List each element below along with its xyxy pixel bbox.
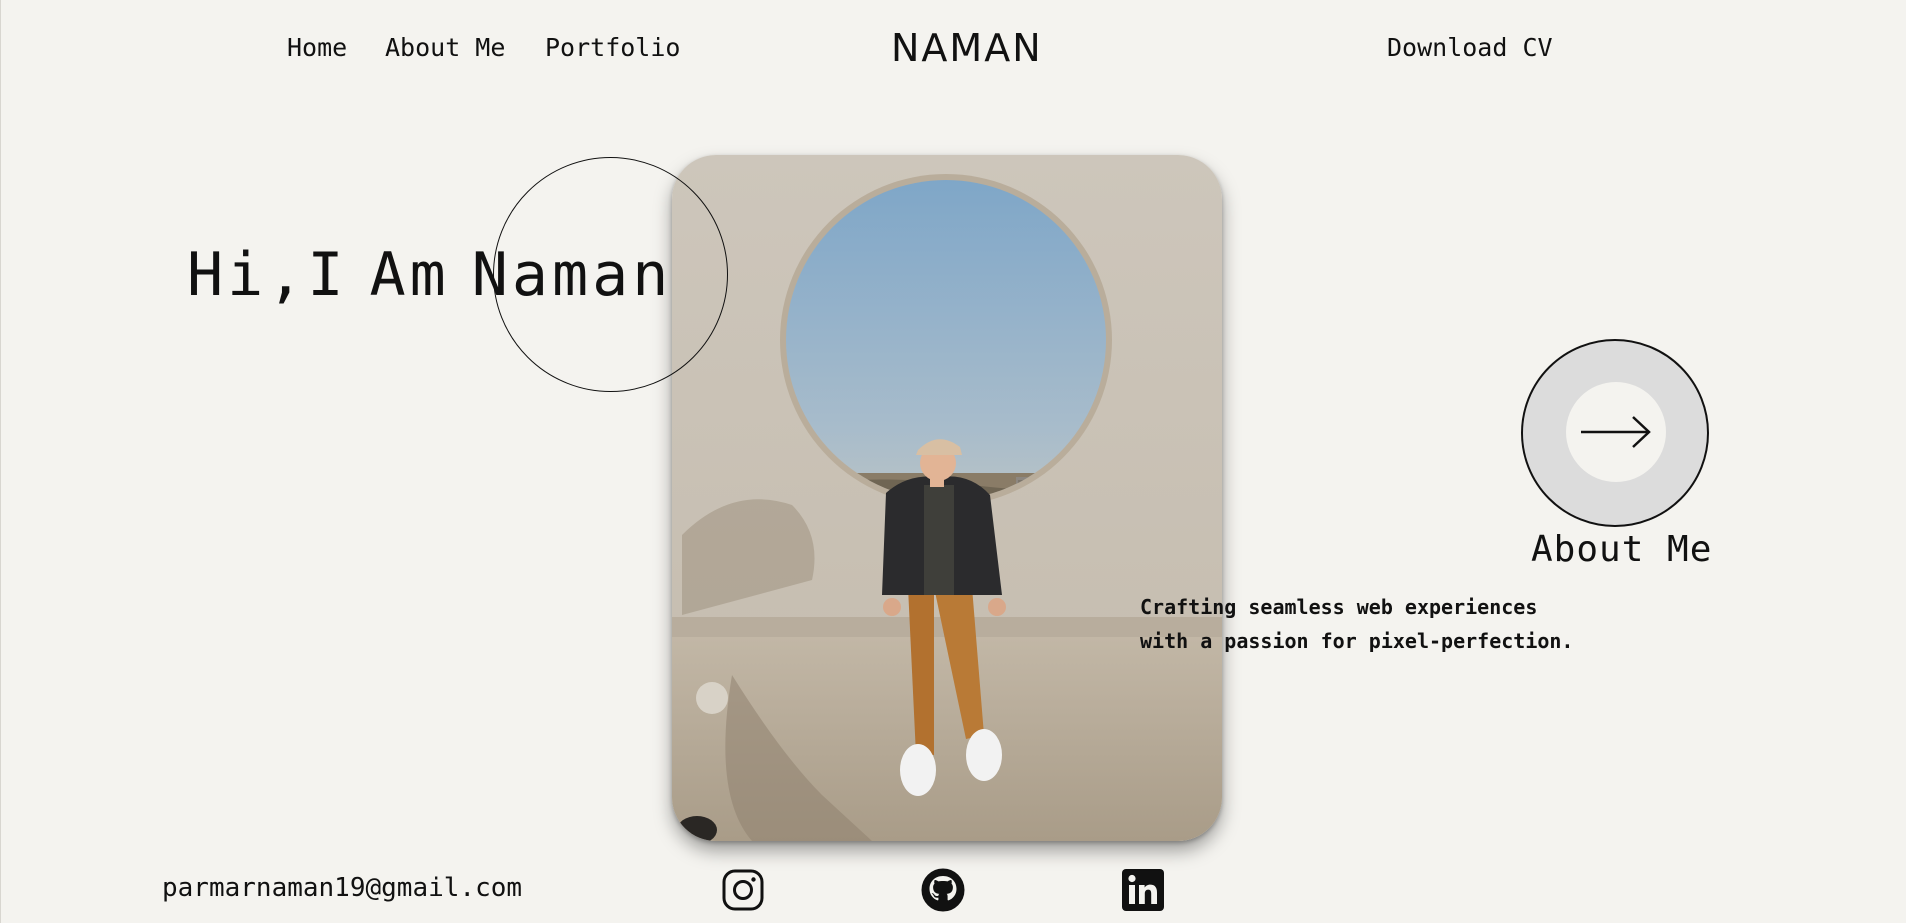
arrow-right-icon (1581, 416, 1651, 448)
instagram-icon[interactable] (721, 868, 765, 912)
github-icon[interactable] (921, 868, 965, 912)
nav-about-link[interactable]: About Me (385, 31, 505, 65)
hero-greeting: Hi,I (187, 240, 348, 310)
nav-portfolio-link[interactable]: Portfolio (545, 31, 680, 65)
about-me-label[interactable]: About Me (1531, 526, 1712, 574)
site-logo[interactable]: NAMAN (891, 26, 1043, 70)
tagline-line-2: with a passion for pixel-perfection. (1140, 629, 1574, 653)
hero-am: Am (369, 240, 450, 310)
about-me-arrow-button[interactable] (1521, 339, 1709, 527)
hero-name: Naman (471, 240, 673, 310)
hero-title: Hi,I Am Naman (187, 234, 672, 316)
tagline: Crafting seamless web experiences with a… (1140, 590, 1573, 658)
arrow-button-inner (1566, 382, 1666, 482)
profile-photo (672, 155, 1222, 841)
download-cv-link[interactable]: Download CV (1387, 31, 1553, 65)
email-link[interactable]: parmarnaman19@gmail.com (162, 870, 522, 906)
nav-home-link[interactable]: Home (287, 31, 347, 65)
linkedin-icon[interactable] (1121, 868, 1165, 912)
tagline-line-1: Crafting seamless web experiences (1140, 595, 1538, 619)
